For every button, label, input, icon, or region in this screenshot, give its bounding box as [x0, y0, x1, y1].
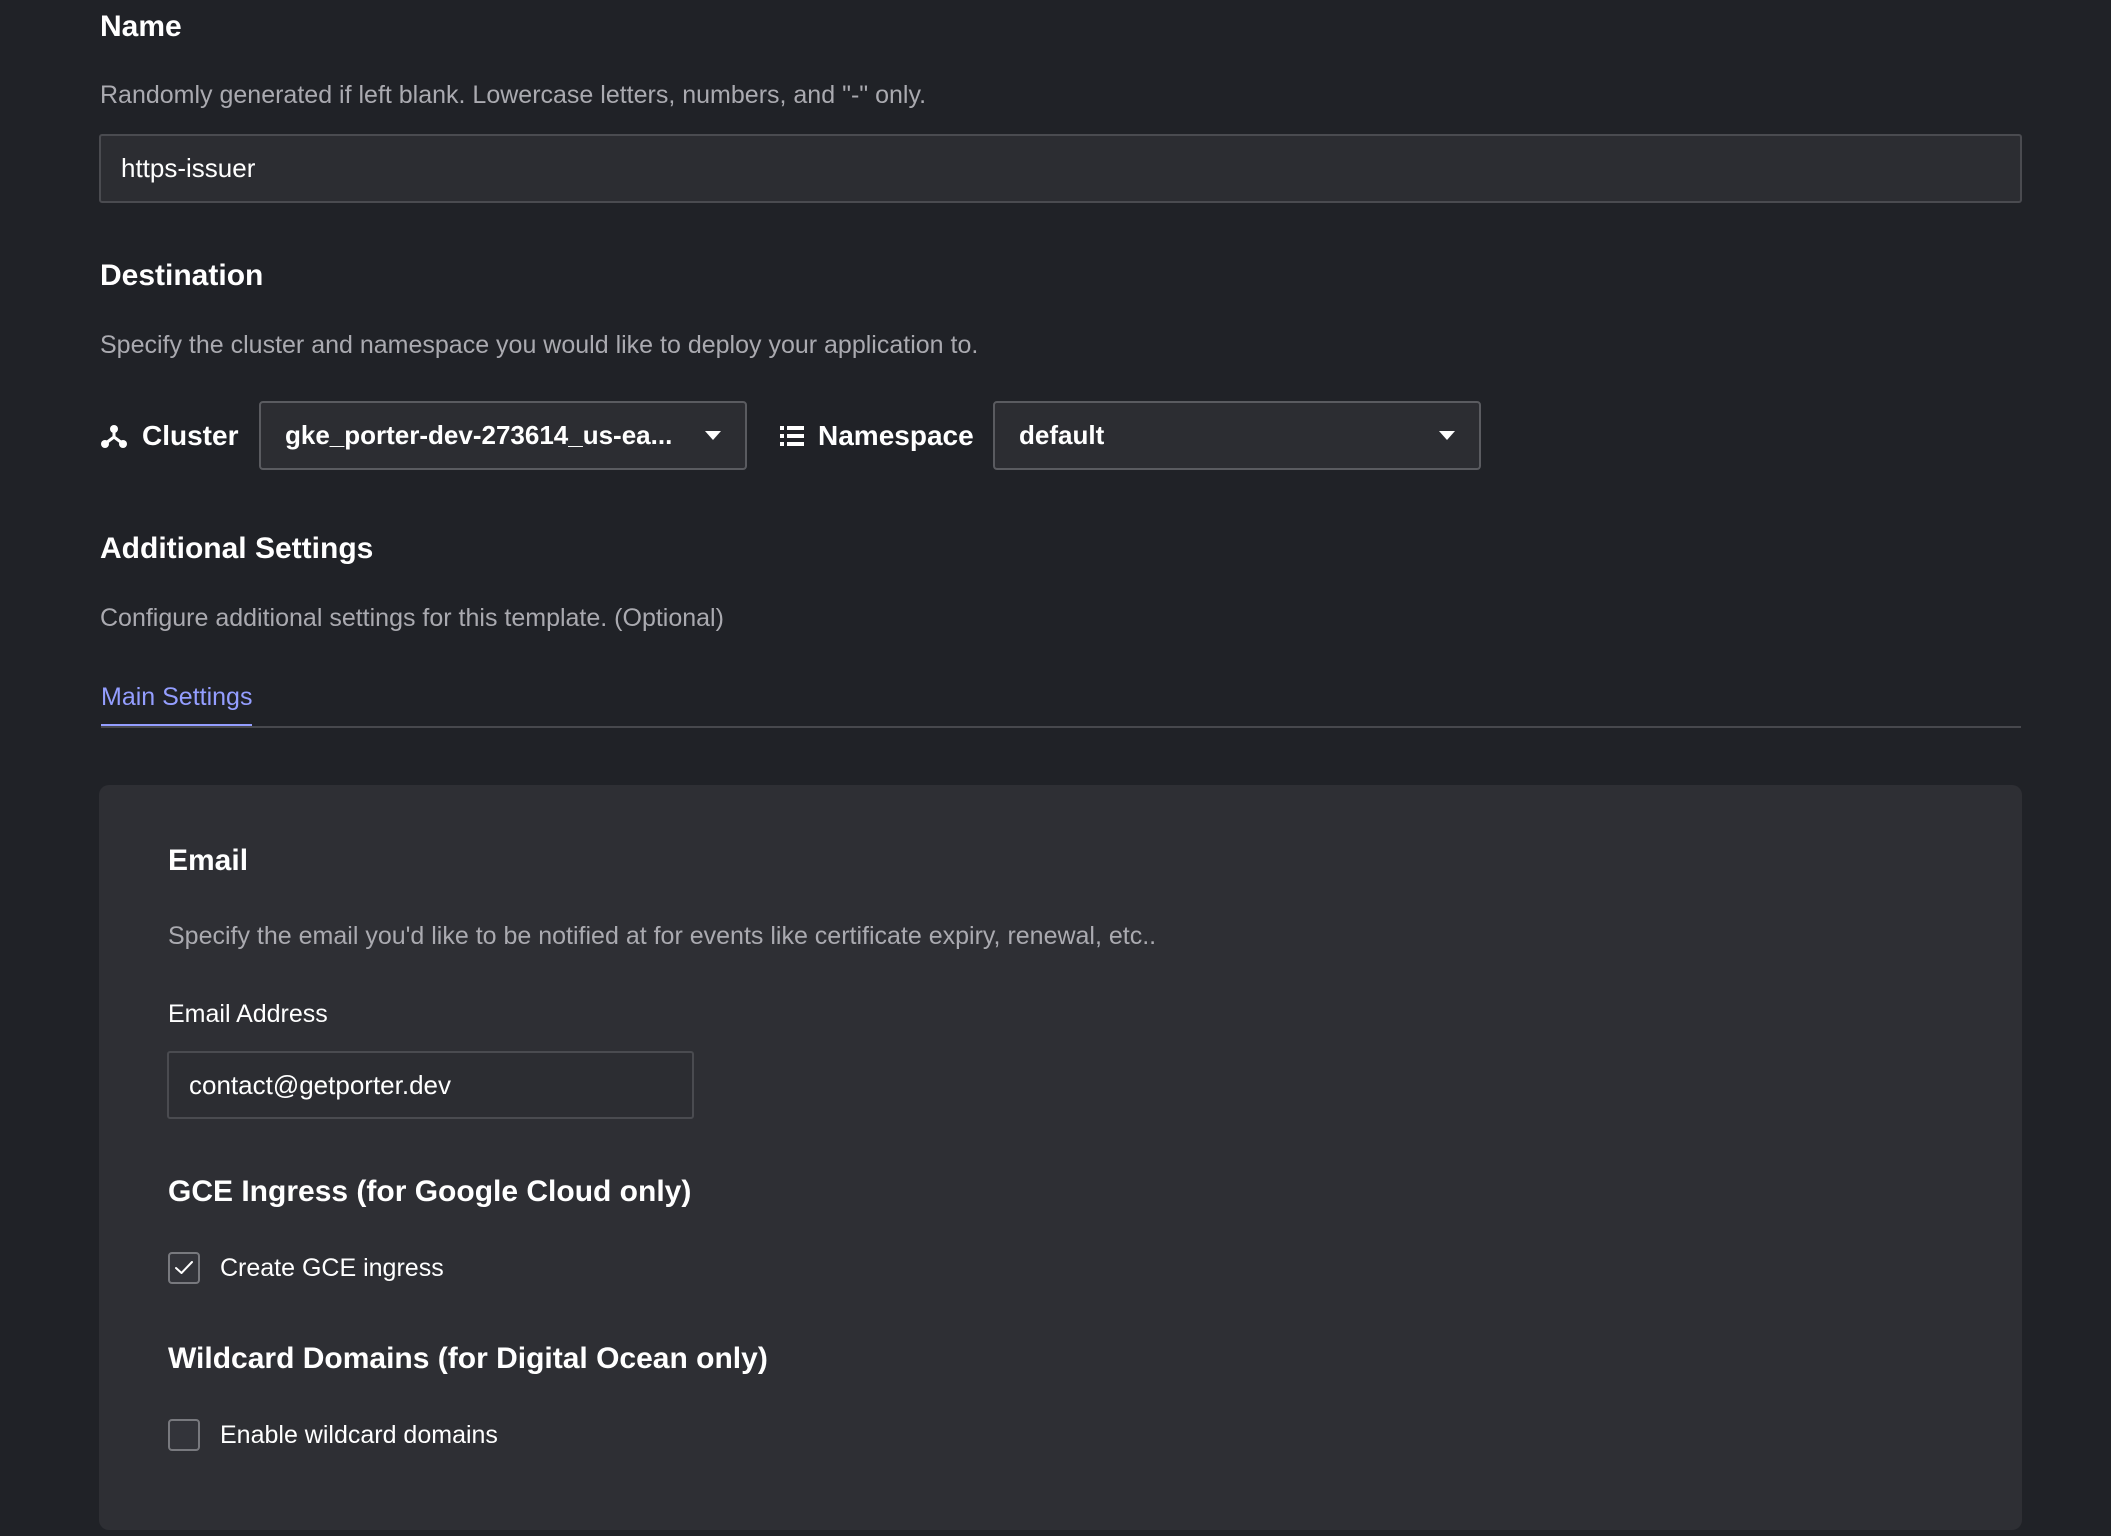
cluster-select-value: gke_porter-dev-273614_us-ea...: [285, 420, 673, 450]
wildcard-domains-option: Enable wildcard domains: [168, 1419, 498, 1451]
email-heading: Email: [168, 844, 249, 877]
gce-ingress-checkbox[interactable]: [168, 1252, 200, 1284]
gce-ingress-checkbox-label: Create GCE ingress: [220, 1253, 444, 1282]
checkmark-icon: [175, 1261, 193, 1274]
additional-settings-description: Configure additional settings for this t…: [100, 604, 724, 632]
email-address-label: Email Address: [168, 1000, 328, 1028]
destination-heading: Destination: [100, 259, 264, 292]
email-description: Specify the email you'd like to be notif…: [168, 922, 1157, 950]
name-heading: Name: [100, 10, 182, 43]
gce-ingress-option: Create GCE ingress: [168, 1252, 444, 1284]
caret-down-icon: [1439, 431, 1455, 440]
name-input[interactable]: [99, 134, 2022, 203]
namespace-label: Namespace: [818, 420, 974, 451]
settings-card: Email Specify the email you'd like to be…: [99, 785, 2022, 1530]
page: Name Randomly generated if left blank. L…: [0, 0, 2111, 1536]
wildcard-domains-checkbox-label: Enable wildcard domains: [220, 1420, 498, 1449]
additional-settings-heading: Additional Settings: [100, 532, 374, 565]
cluster-icon: [100, 422, 128, 450]
namespace-label-group: Namespace: [780, 420, 974, 452]
namespace-select[interactable]: default: [993, 401, 1481, 470]
cluster-label-group: Cluster: [100, 420, 238, 452]
tab-divider: [101, 726, 2021, 728]
tab-main-settings[interactable]: Main Settings: [101, 683, 253, 727]
namespace-select-value: default: [1019, 420, 1105, 450]
cluster-label: Cluster: [142, 420, 239, 451]
name-description: Randomly generated if left blank. Lowerc…: [100, 81, 927, 109]
gce-ingress-heading: GCE Ingress (for Google Cloud only): [168, 1175, 692, 1208]
wildcard-domains-heading: Wildcard Domains (for Digital Ocean only…: [168, 1342, 768, 1375]
wildcard-domains-checkbox[interactable]: [168, 1419, 200, 1451]
cluster-select[interactable]: gke_porter-dev-273614_us-ea...: [259, 401, 747, 470]
destination-description: Specify the cluster and namespace you wo…: [100, 331, 979, 359]
caret-down-icon: [705, 431, 721, 440]
email-input[interactable]: [167, 1051, 694, 1119]
list-icon: [780, 425, 804, 447]
